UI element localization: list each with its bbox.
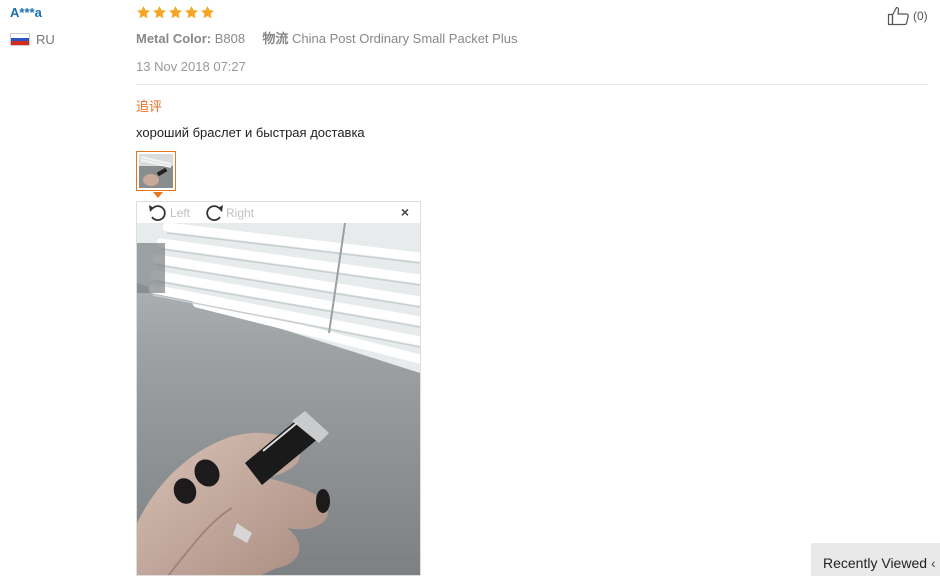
thumbs-up-icon[interactable] (887, 6, 911, 26)
rotate-left-icon[interactable] (147, 203, 169, 223)
shipping-label: 物流 (262, 31, 289, 46)
star-rating (136, 5, 215, 20)
reviewer-name[interactable]: A***a (10, 5, 42, 20)
rotate-right-label[interactable]: Right (226, 206, 254, 220)
chevron-icon: ‹ (931, 555, 936, 571)
russia-flag-icon (10, 33, 30, 46)
star-icon (169, 5, 182, 19)
star-icon (137, 5, 150, 19)
star-icon (153, 5, 166, 19)
thumbnail-pointer (153, 192, 163, 198)
country-code: RU (36, 32, 55, 47)
recently-viewed-label[interactable]: Recently Viewed (823, 555, 927, 571)
close-icon[interactable]: × (401, 204, 409, 220)
metal-color-label: Metal Color: (136, 31, 212, 46)
append-review-label: 追评 (136, 99, 163, 114)
recently-viewed-tab[interactable]: Recently Viewed ‹ (811, 543, 940, 576)
divider (136, 84, 928, 85)
metal-color-value: B808 (214, 31, 246, 46)
review-text: хороший браслет и быстрая доставка (136, 125, 365, 140)
star-icon (185, 5, 198, 19)
review-date: 13 Nov 2018 07:27 (136, 59, 246, 74)
thumbnail-image (139, 154, 173, 188)
order-info: Metal Color: B808 物流 China Post Ordinary… (136, 28, 517, 47)
rotate-left-label[interactable]: Left (170, 206, 190, 220)
helpful-button[interactable]: (0) (887, 6, 928, 26)
reviewer-info: A***a RU (10, 5, 55, 47)
review-photo (137, 223, 420, 575)
star-icon (201, 5, 214, 19)
photo-viewer: Left Right × (136, 201, 421, 576)
shipping-value: China Post Ordinary Small Packet Plus (292, 31, 518, 46)
reviewer-country: RU (10, 32, 55, 47)
helpful-count: (0) (913, 9, 928, 23)
rotate-right-button[interactable]: Right (203, 203, 254, 223)
rotate-right-icon[interactable] (203, 203, 225, 223)
rotate-left-button[interactable]: Left (147, 203, 190, 223)
viewer-toolbar: Left Right × (137, 202, 420, 223)
review-photo-thumbnail[interactable] (136, 151, 176, 191)
